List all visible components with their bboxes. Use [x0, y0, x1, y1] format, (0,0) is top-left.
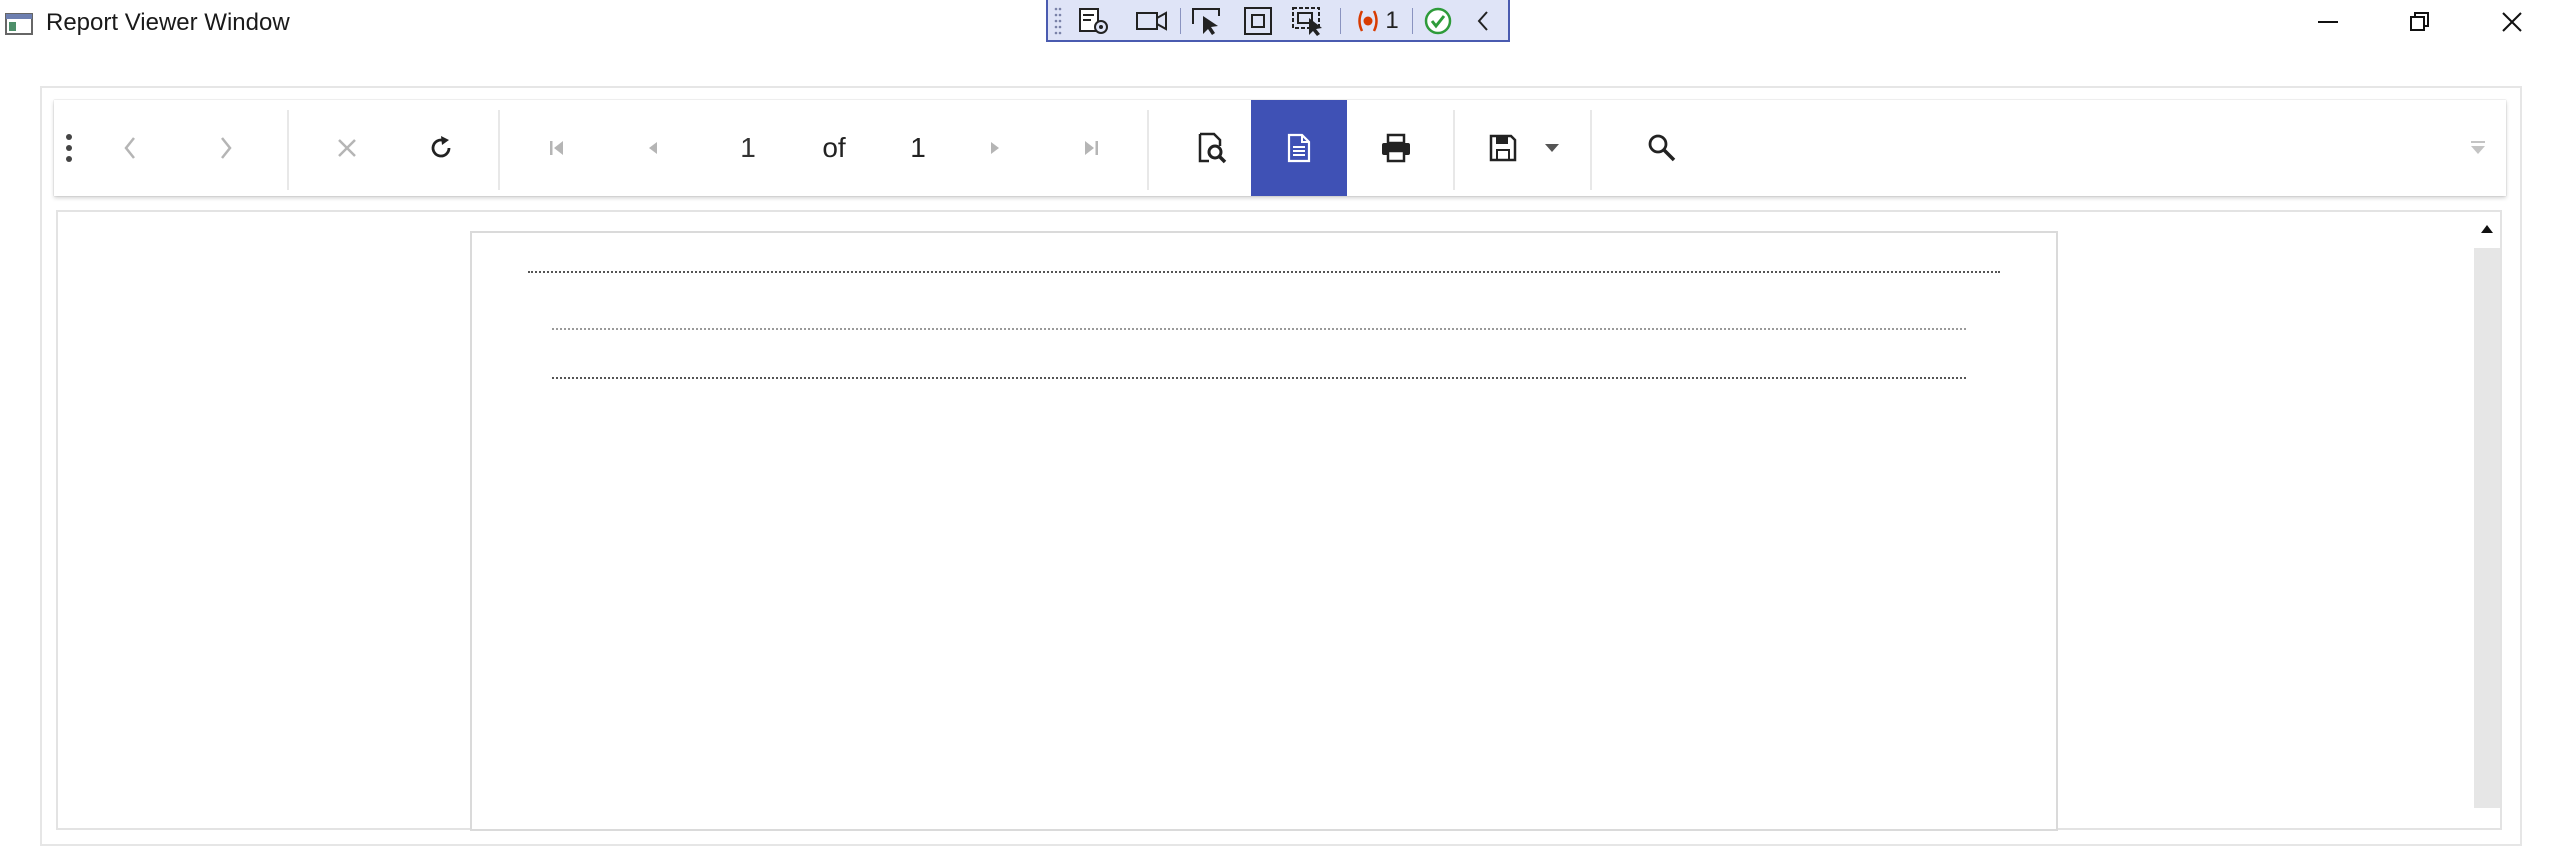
page-setup-icon	[1198, 132, 1227, 164]
display-layout-adorners-icon	[1244, 7, 1272, 35]
toolbar-separator	[1147, 110, 1149, 190]
restore-button[interactable]	[2374, 0, 2466, 44]
display-layout-adorners-button[interactable]	[1238, 4, 1278, 38]
refresh-icon	[431, 136, 451, 158]
scroll-up-arrow-icon	[2481, 225, 2493, 233]
vertical-scrollbar-thumb[interactable]	[2474, 248, 2500, 808]
report-line	[552, 328, 1966, 330]
report-toolbar: 1 of 1	[54, 100, 2506, 196]
restore-icon	[2410, 12, 2429, 31]
stop-button[interactable]	[316, 100, 378, 196]
track-focus-icon	[1292, 7, 1322, 36]
print-icon	[1382, 133, 1410, 163]
last-page-icon	[1085, 141, 1098, 155]
track-focus-button[interactable]	[1288, 4, 1330, 38]
close-icon	[2502, 12, 2522, 32]
live-visual-tree-button[interactable]	[1074, 4, 1114, 38]
parameters-toggle-icon	[2471, 141, 2485, 154]
debug-toolbar: 1	[1046, 0, 1510, 42]
save-dropdown-icon	[1545, 144, 1559, 152]
accessibility-check-button[interactable]	[1418, 4, 1458, 38]
scroll-up-button[interactable]	[2476, 218, 2498, 240]
search-button[interactable]	[1622, 100, 1702, 196]
live-visual-tree-icon	[1079, 8, 1108, 34]
refresh-button[interactable]	[410, 100, 472, 196]
binding-failures-count: 1	[1385, 7, 1399, 34]
parameters-toggle-button[interactable]	[2456, 100, 2500, 196]
toolbar-separator	[498, 110, 500, 190]
toolbar-separator	[287, 110, 289, 190]
toolbar-separator	[1453, 110, 1455, 190]
page-of-text: of	[822, 132, 846, 163]
overflow-dots-icon	[66, 134, 72, 162]
record-icon	[1136, 11, 1167, 31]
first-page-button[interactable]	[526, 100, 588, 196]
app-window-icon	[5, 13, 33, 35]
stop-icon	[338, 139, 356, 157]
forward-button[interactable]	[196, 100, 256, 196]
save-icon	[1489, 134, 1517, 162]
toolbar-separator	[1590, 110, 1592, 190]
current-page-number: 1	[740, 132, 756, 163]
print-layout-button[interactable]	[1251, 100, 1347, 196]
back-icon	[124, 137, 135, 159]
window-title: Report Viewer Window	[46, 9, 290, 36]
binding-failures-icon	[1358, 10, 1379, 32]
report-page	[470, 231, 2058, 831]
record-button[interactable]	[1132, 4, 1172, 38]
minimize-icon	[2318, 21, 2338, 23]
print-layout-icon	[1287, 133, 1311, 163]
total-pages-label: 1	[880, 100, 956, 196]
binding-failures-button[interactable]: 1	[1348, 4, 1406, 38]
select-element-button[interactable]	[1188, 4, 1228, 38]
collapse-debug-toolbar-button[interactable]	[1468, 4, 1498, 38]
report-line	[528, 271, 2000, 273]
select-element-icon	[1192, 8, 1220, 35]
page-setup-button[interactable]	[1164, 100, 1260, 196]
first-page-icon	[550, 141, 563, 155]
grip-icon[interactable]	[1054, 6, 1062, 36]
next-page-icon	[991, 142, 999, 154]
toolbar-overflow-button[interactable]	[54, 100, 84, 196]
save-button[interactable]	[1470, 100, 1536, 196]
total-pages-number: 1	[910, 132, 926, 163]
collapse-chevron-icon	[1477, 11, 1488, 31]
back-button[interactable]	[100, 100, 160, 196]
current-page-input[interactable]: 1	[710, 100, 786, 196]
close-button[interactable]	[2466, 0, 2558, 44]
print-button[interactable]	[1348, 100, 1444, 196]
page-of-label: of	[794, 100, 874, 196]
forward-icon	[221, 137, 232, 159]
search-icon	[1648, 134, 1676, 162]
accessibility-check-icon	[1424, 7, 1452, 35]
report-line	[552, 377, 1966, 379]
previous-page-icon	[649, 142, 657, 154]
previous-page-button[interactable]	[622, 100, 684, 196]
minimize-button[interactable]	[2282, 0, 2374, 44]
next-page-button[interactable]	[964, 100, 1026, 196]
save-format-dropdown[interactable]	[1532, 100, 1572, 196]
last-page-button[interactable]	[1060, 100, 1122, 196]
